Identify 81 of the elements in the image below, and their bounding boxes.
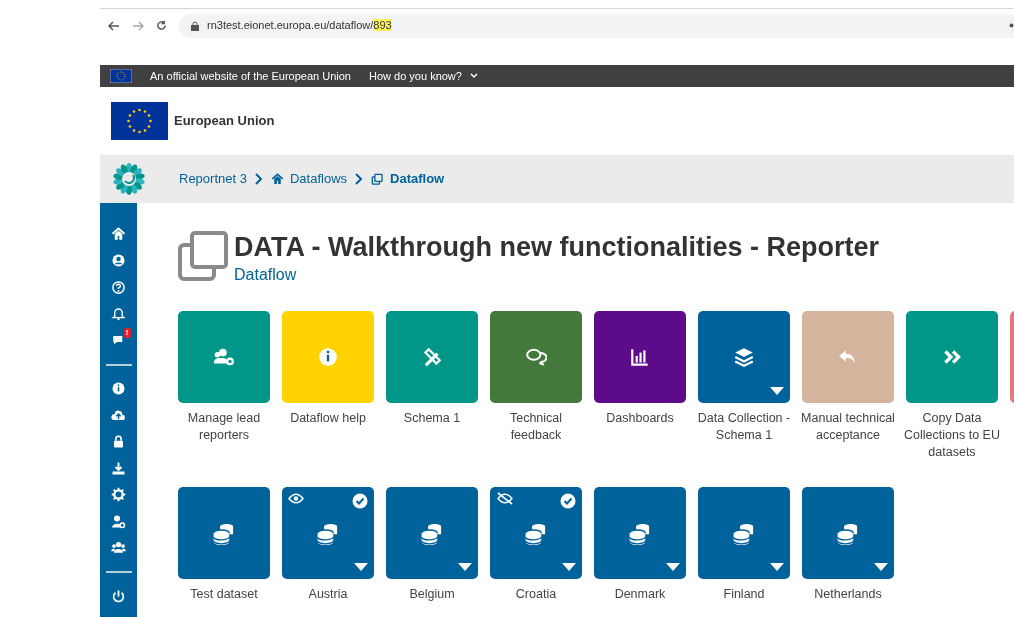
tile-label: Schema 1: [402, 410, 462, 427]
users-gear-icon: [213, 346, 235, 368]
breadcrumb-link[interactable]: Dataflow: [371, 169, 445, 189]
caret-down-icon[interactable]: [770, 563, 784, 571]
tile-label: Test dataset: [189, 586, 259, 603]
back-icon[interactable]: [108, 20, 120, 31]
caret-down-icon[interactable]: [770, 387, 784, 395]
eu-flag-icon: [110, 69, 132, 83]
eye-icon[interactable]: [288, 493, 304, 504]
caret-down-icon[interactable]: [458, 563, 472, 571]
dataset-tile[interactable]: [386, 487, 478, 579]
tile-button[interactable]: [386, 311, 478, 403]
dataset-tile[interactable]: [282, 487, 374, 579]
chevron-right-icon: [254, 173, 263, 185]
check-circle-icon: [560, 493, 576, 509]
page-title: DATA - Walkthrough new functionalities - Reporter: [234, 231, 879, 263]
tile-button[interactable]: [594, 311, 686, 403]
tile-label: Copy Data Collections to EU datasets: [903, 410, 1001, 461]
sidebar-button[interactable]: !: [104, 327, 133, 354]
reportnet-logo: [112, 162, 146, 196]
tile-button[interactable]: [282, 311, 374, 403]
tile-label: Manual technical acceptance: [800, 410, 896, 444]
copy-icon: [371, 172, 384, 186]
tile-label: Data Collection - Schema 1: [696, 410, 792, 444]
tile-button[interactable]: [802, 311, 894, 403]
copy-icon: [178, 231, 228, 281]
tile-label: Finland: [722, 586, 766, 603]
settings-icon: [111, 487, 126, 503]
dot-icon: [1009, 23, 1014, 28]
comments-icon: [525, 346, 547, 368]
tile-label: Technical feedback: [508, 410, 564, 444]
tile-label: Denmark: [613, 586, 667, 603]
page-subtitle: Dataflow: [234, 265, 298, 285]
dataset-tile[interactable]: [698, 487, 790, 579]
eye-slash-icon[interactable]: [496, 492, 514, 505]
download-icon: [111, 460, 126, 476]
dataset-tile[interactable]: [594, 487, 686, 579]
eu-flag-logo: [111, 102, 168, 140]
tile-label: Croatia: [514, 586, 558, 603]
breadcrumb-link[interactable]: Dataflows: [270, 169, 347, 189]
dataset-tile[interactable]: [490, 487, 582, 579]
chevron-down-icon: [469, 73, 478, 79]
users-icon: [111, 540, 126, 556]
alert-badge: !: [123, 328, 131, 338]
banner-text: An official website of the European Union: [150, 68, 351, 84]
home-icon: [270, 172, 284, 186]
tile-label: Netherlands: [813, 586, 883, 603]
tile-label: Austria: [307, 586, 349, 603]
caret-down-icon[interactable]: [666, 563, 680, 571]
how-do-you-know-link[interactable]: How do you know?: [369, 67, 478, 85]
bar-chart-icon: [629, 346, 651, 368]
tile-label: Dashboards: [605, 410, 675, 427]
tile-button[interactable]: [178, 311, 270, 403]
site-title: European Union: [174, 112, 275, 131]
info-icon: [111, 381, 126, 397]
info-icon: [317, 346, 339, 368]
user-gear-icon: [111, 513, 126, 529]
tile-button[interactable]: [490, 311, 582, 403]
tile-label: Dataflow help: [289, 410, 367, 427]
caret-down-icon[interactable]: [562, 563, 576, 571]
power-icon: [111, 588, 126, 604]
caret-down-icon[interactable]: [874, 563, 888, 571]
dataset-tile[interactable]: [802, 487, 894, 579]
bell-icon: [111, 306, 126, 322]
chevron-right-icon: [355, 173, 363, 185]
breadcrumb-link[interactable]: Reportnet 3: [179, 169, 247, 189]
home-icon: [111, 226, 126, 242]
help-icon: [111, 279, 126, 295]
pencil-ruler-icon: [421, 346, 443, 368]
reload-icon[interactable]: [156, 20, 167, 31]
tile-button[interactable]: [906, 311, 998, 403]
tile-label: Belgium: [408, 586, 456, 603]
dataset-tile[interactable]: [178, 487, 270, 579]
tile-label: Manage lead reporters: [186, 410, 262, 444]
caret-down-icon[interactable]: [354, 563, 368, 571]
user-icon: [111, 253, 126, 269]
layers-icon: [733, 346, 755, 368]
check-circle-icon: [352, 493, 368, 509]
lock-icon: [111, 434, 126, 450]
lock-icon: [191, 20, 199, 31]
tile-button[interactable]: [698, 311, 790, 403]
